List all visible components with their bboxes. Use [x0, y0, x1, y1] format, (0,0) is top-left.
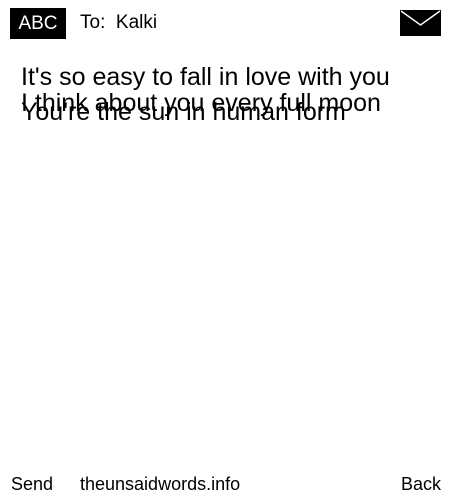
envelope-icon[interactable] — [400, 10, 441, 36]
logo-badge: ABC — [10, 8, 66, 39]
recipient-label: To: — [80, 12, 111, 33]
site-link[interactable]: theunsaidwords.info — [80, 473, 240, 495]
recipient-line: To: Kalki — [80, 11, 157, 35]
recipient-name: Kalki — [115, 12, 158, 33]
back-button[interactable]: Back — [401, 473, 441, 495]
envelope-icon-graphic — [400, 10, 441, 36]
send-button[interactable]: Send — [11, 473, 53, 495]
message-line: You're the sun in human form — [21, 98, 346, 126]
